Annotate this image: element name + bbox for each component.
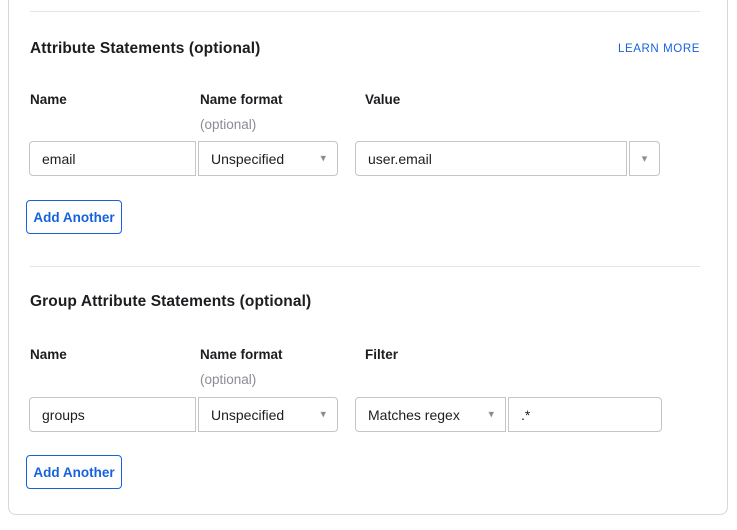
group-col-name-format-label: Name format bbox=[200, 347, 283, 362]
group-col-name-format-optional-label: (optional) bbox=[200, 372, 256, 387]
group-name-format-select[interactable]: Unspecified ▾ bbox=[198, 397, 338, 432]
attr-add-another-button[interactable]: Add Another bbox=[26, 200, 122, 234]
attr-col-name-label: Name bbox=[30, 92, 67, 107]
group-add-another-button[interactable]: Add Another bbox=[26, 455, 122, 489]
attr-col-name-format-optional-label: (optional) bbox=[200, 117, 256, 132]
chevron-down-icon: ▾ bbox=[320, 153, 326, 164]
section-top-divider bbox=[30, 11, 700, 12]
attr-name-format-select-value: Unspecified bbox=[211, 151, 284, 167]
group-filter-condition-select[interactable]: Matches regex ▾ bbox=[355, 397, 506, 432]
chevron-down-icon: ▾ bbox=[320, 409, 326, 420]
attr-name-format-select[interactable]: Unspecified ▾ bbox=[198, 141, 338, 176]
attribute-statements-heading: Attribute Statements (optional) bbox=[30, 40, 260, 58]
section-divider bbox=[30, 266, 700, 267]
group-name-input[interactable] bbox=[29, 397, 196, 432]
group-filter-value-input[interactable] bbox=[508, 397, 662, 432]
attr-name-input[interactable] bbox=[29, 141, 196, 176]
group-col-name-label: Name bbox=[30, 347, 67, 362]
attr-value-dropdown-button[interactable]: ▾ bbox=[629, 141, 660, 176]
group-filter-condition-select-value: Matches regex bbox=[368, 407, 460, 423]
attr-value-input[interactable] bbox=[355, 141, 627, 176]
saml-settings-page: Attribute Statements (optional) LEARN MO… bbox=[0, 0, 737, 530]
learn-more-link[interactable]: LEARN MORE bbox=[618, 43, 700, 55]
group-name-format-select-value: Unspecified bbox=[211, 407, 284, 423]
chevron-down-icon: ▾ bbox=[488, 409, 494, 420]
settings-card bbox=[8, 0, 728, 515]
group-col-filter-label: Filter bbox=[365, 347, 398, 362]
attr-col-value-label: Value bbox=[365, 92, 400, 107]
chevron-down-icon: ▾ bbox=[642, 152, 648, 165]
attr-col-name-format-label: Name format bbox=[200, 92, 283, 107]
group-attribute-statements-heading: Group Attribute Statements (optional) bbox=[30, 293, 311, 311]
